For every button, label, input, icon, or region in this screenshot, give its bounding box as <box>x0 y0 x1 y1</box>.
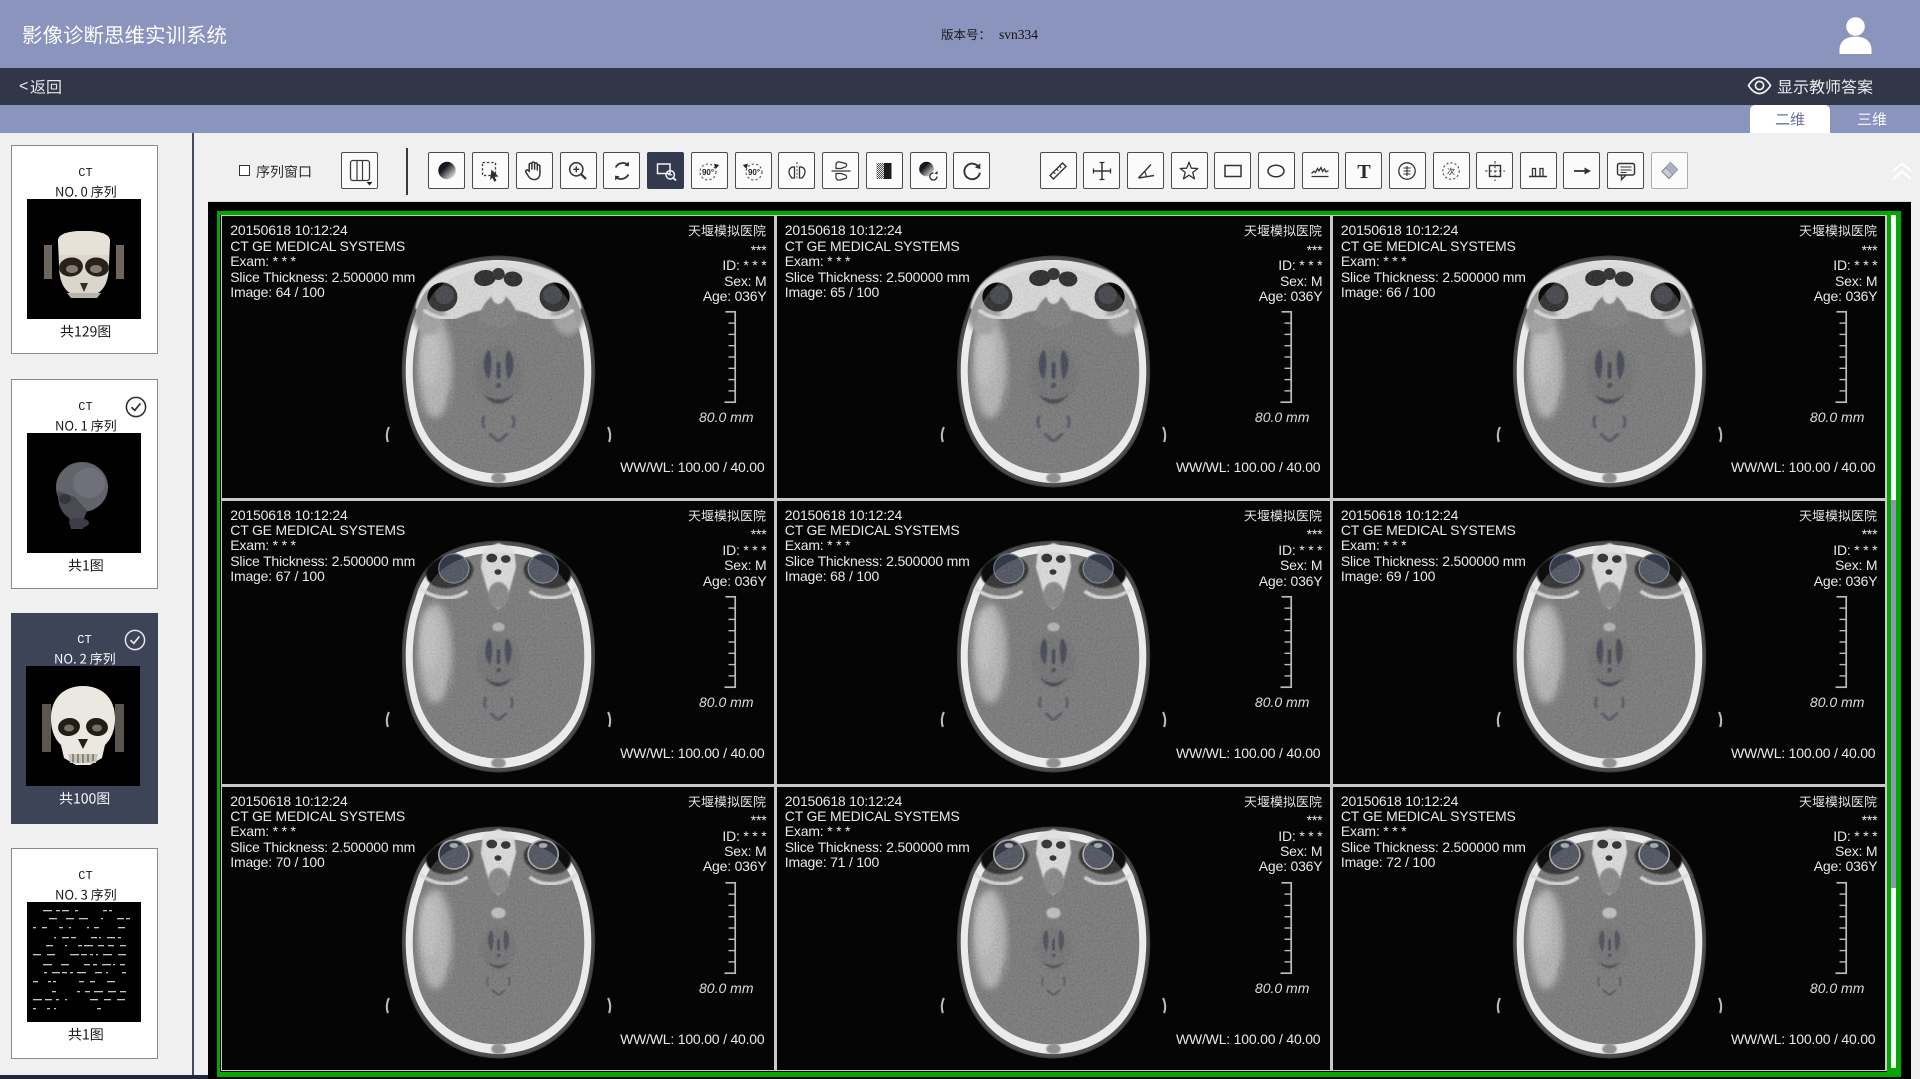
svg-text:T: T <box>1357 161 1371 183</box>
svg-text:90°: 90° <box>702 167 714 176</box>
svg-text:90°: 90° <box>748 167 760 176</box>
